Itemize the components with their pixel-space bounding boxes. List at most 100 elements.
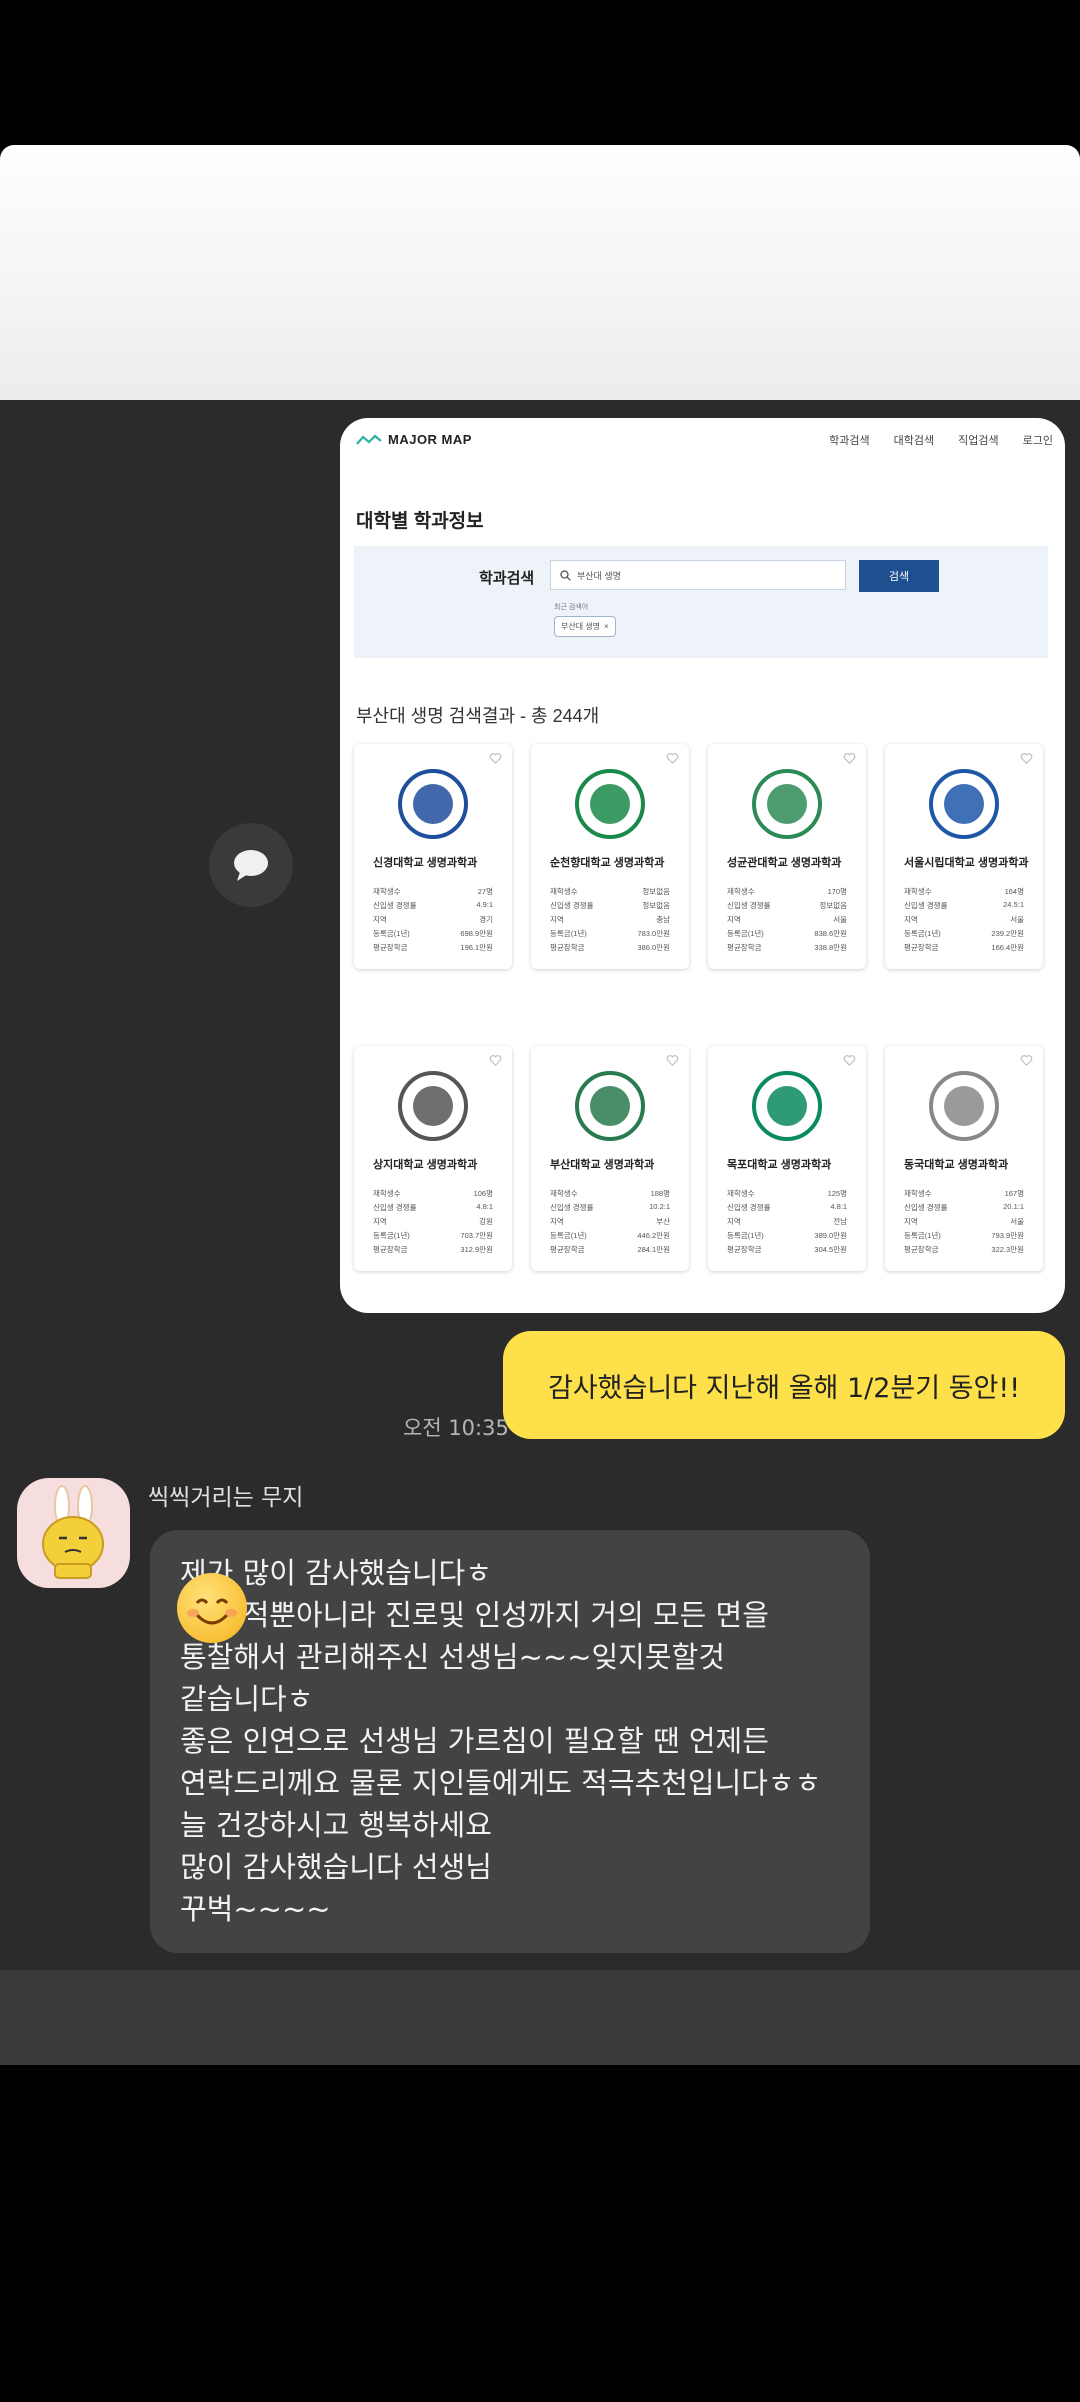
stat-row: 지역 서울 [727, 914, 847, 925]
stat-value: 4.8:1 [830, 1202, 847, 1211]
stat-row: 등록금(1년) 446.2만원 [550, 1230, 670, 1241]
stat-label: 등록금(1년) [904, 1231, 941, 1240]
university-logo [885, 764, 1043, 844]
stat-value: 170명 [827, 887, 847, 896]
university-name: 신경대학교 생명과학과 [373, 857, 478, 869]
stat-value: 정보없음 [642, 887, 670, 896]
university-logo [708, 764, 866, 844]
outgoing-message-bubble[interactable]: 감사했습니다 지난해 올해 1/2분기 동안!! [503, 1331, 1065, 1439]
university-card[interactable]: 목포대학교 생명과학과재학생수 125명신입생 경쟁률 4.8:1 지역 전남등록금(1… [708, 1046, 866, 1271]
stat-value: 4.8:1 [476, 1202, 493, 1211]
stat-value: 경기 [479, 915, 493, 924]
stat-row: 등록금(1년) 703.7만원 [373, 1230, 493, 1241]
speech-bubble-icon [234, 850, 268, 881]
university-card[interactable]: 성균관대학교 생명과학과 재학생수 170명 신입생 경쟁률 정보없음 지역 서울 등록금(1… [708, 744, 866, 969]
stat-row: 지역 부산 [550, 1216, 670, 1227]
stat-value: 125명 [827, 1189, 847, 1198]
message-line: 같습니다ㅎ [180, 1682, 314, 1716]
stat-label: 신입생 경쟁률 [727, 901, 771, 910]
stat-label: 등록금(1년) [727, 929, 764, 938]
page-title: 대학별 학과정보 [356, 511, 484, 532]
stat-label: 등록금(1년) [373, 1231, 410, 1240]
university-name: 순천향대학교 생명과학과 [550, 857, 665, 869]
stat-label: 평균장학금 [904, 943, 939, 952]
university-name: 상지대학교 생명과학과 [373, 1159, 478, 1171]
university-card[interactable]: 상지대학교 생명과학과 재학생수 106명 신입생 경쟁률 4.8:1 지역 강원 등록금(1… [354, 1046, 512, 1271]
nav-major-search[interactable]: 학과검색 [829, 432, 869, 448]
search-input[interactable]: 부산대 생명 [550, 560, 846, 590]
stat-value: 164명 [1004, 887, 1024, 896]
stat-label: 재학생수 [727, 1189, 755, 1198]
sender-name: 씩씩거리는 무지 [148, 1485, 304, 1511]
stat-row: 신입생 경쟁률 4.8:1 [727, 1202, 847, 1213]
stat-label: 신입생 경쟁률 [904, 1203, 948, 1212]
stat-value: 698.9만원 [460, 929, 493, 938]
university-logo [708, 1066, 866, 1146]
stat-row: 지역 서울 [904, 1216, 1024, 1227]
stat-row: 지역 충남 [550, 914, 670, 925]
stat-row: 지역 강원 [373, 1216, 493, 1227]
stat-label: 지역 [904, 1217, 918, 1226]
stat-row: 지역 전남 [727, 1216, 847, 1227]
stat-row: 지역 서울 [904, 914, 1024, 925]
stat-value: 284.1만원 [637, 1245, 670, 1254]
stat-value: 10.2:1 [649, 1202, 670, 1211]
stat-row: 평균장학금 312.9만원 [373, 1244, 493, 1255]
university-card[interactable]: 동국대학교 생명과학과 재학생수 167명 신입생 경쟁률 20.1:1 지역 서울 등록금(… [885, 1046, 1043, 1271]
message-line: 좋은 인연으로 선생님 가르침이 필요할 땐 언제든 [180, 1724, 769, 1758]
university-name: 목포대학교 생명과학과 [727, 1159, 832, 1171]
chat-bottom-bar [0, 1970, 1080, 2065]
stat-value: 304.5만원 [814, 1245, 847, 1254]
nav-job-search[interactable]: 직업검색 [958, 432, 998, 448]
avatar[interactable] [17, 1478, 130, 1588]
stat-value: 386.0만원 [637, 943, 670, 952]
stat-label: 평균장학금 [550, 943, 585, 952]
stat-value: 783.0만원 [637, 929, 670, 938]
stat-row: 신입생 경쟁률 4.9:1 [373, 900, 493, 911]
stat-row: 재학생수 27명 [373, 886, 493, 897]
stat-label: 등록금(1년) [904, 929, 941, 938]
stat-row: 평균장학금 338.8만원 [727, 942, 847, 953]
close-icon[interactable]: × [604, 622, 609, 631]
blank-top-panel [0, 145, 1080, 400]
stat-value: 838.6만원 [814, 929, 847, 938]
stat-row: 등록금(1년) 389.0만원 [727, 1230, 847, 1241]
stat-label: 평균장학금 [373, 1245, 408, 1254]
university-name: 동국대학교 생명과학과 [904, 1159, 1009, 1171]
recent-search-chip[interactable]: 부산대 생명 × [554, 616, 616, 637]
nav-login[interactable]: 로그인 [1023, 432, 1053, 448]
stat-value: 강원 [479, 1217, 493, 1226]
stat-row: 등록금(1년) 793.9만원 [904, 1230, 1024, 1241]
stat-row: 등록금(1년) 783.0만원 [550, 928, 670, 939]
message-line: 제가 많이 감사했습니다ㅎ [180, 1556, 492, 1590]
site-nav: MAJOR MAP 학과검색 대학검색 직업검색 로그인 [340, 418, 1065, 468]
message-line: 연락드리께요 물론 지인들에게도 적극추천입니다ㅎㅎ [180, 1766, 822, 1800]
stat-label: 지역 [727, 915, 741, 924]
stat-row: 신입생 경쟁률 20.1:1 [904, 1202, 1024, 1213]
stat-label: 재학생수 [550, 1189, 578, 1198]
stat-value: 전남 [833, 1217, 847, 1226]
recent-chip-text: 부산대 생명 [561, 622, 601, 631]
result-title: 부산대 생명 검색결과 - 총 244개 [356, 706, 600, 726]
stat-row: 재학생수 170명 [727, 886, 847, 897]
university-card[interactable]: 부산대학교 생명과학과 재학생수 188명 신입생 경쟁률 10.2:1 지역 부산 등록금(… [531, 1046, 689, 1271]
stat-value: 703.7만원 [460, 1231, 493, 1240]
university-card[interactable]: 서울시립대학교 생명과학과 재학생수 164명 신입생 경쟁률 24.5:1 지역 서울 등록… [885, 744, 1043, 969]
share-button[interactable] [209, 823, 293, 907]
stat-label: 재학생수 [727, 887, 755, 896]
university-card[interactable]: 신경대학교 생명과학과 재학생수 27명 신입생 경쟁률 4.9:1 지역 경기 등록금(1년… [354, 744, 512, 969]
university-card[interactable]: 순천향대학교 생명과학과 재학생수 정보없음 신입생 경쟁률 정보없음 지역 충남 등록금(1… [531, 744, 689, 969]
logo-icon [356, 434, 382, 445]
incoming-message-bubble[interactable]: 제가 많이 감사했습니다ㅎ 이 성적뿐아니라 진로및 인성까지 거의 모든 면을… [150, 1530, 870, 1953]
stat-value: 793.9만원 [991, 1231, 1024, 1240]
smile-emoji-icon [177, 1573, 247, 1643]
stat-label: 지역 [904, 915, 918, 924]
stat-label: 신입생 경쟁률 [373, 901, 417, 910]
search-button[interactable]: 검색 [859, 560, 939, 592]
search-label: 학과검색 [479, 570, 535, 587]
search-value: 부산대 생명 [577, 570, 621, 581]
shared-image[interactable]: MAJOR MAP 학과검색 대학검색 직업검색 로그인 대학별 학과정보 학과… [340, 418, 1065, 1313]
stat-value: 188명 [650, 1189, 670, 1198]
nav-university-search[interactable]: 대학검색 [894, 432, 934, 448]
stat-value: 27명 [477, 887, 493, 896]
